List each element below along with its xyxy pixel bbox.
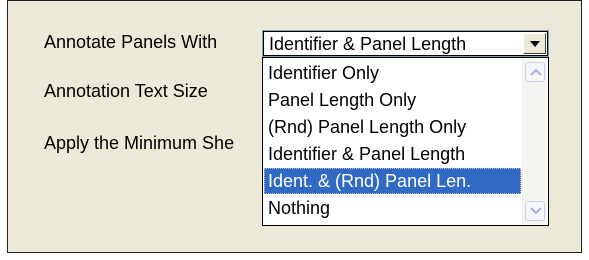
- dropdown-option-highlighted[interactable]: Ident. & (Rnd) Panel Len.: [264, 168, 521, 194]
- dropdown-button[interactable]: [523, 33, 546, 54]
- dropdown-option[interactable]: Nothing: [264, 195, 521, 221]
- scroll-up-button[interactable]: [525, 62, 545, 82]
- chevron-down-icon: [530, 207, 542, 215]
- select-current-value: Identifier & Panel Length: [269, 34, 467, 54]
- chevron-down-icon: [530, 41, 540, 47]
- dropdown-list[interactable]: Identifier Only Panel Length Only (Rnd) …: [262, 57, 549, 226]
- annotation-text-size-label: Annotation Text Size: [44, 81, 208, 101]
- chevron-up-icon: [530, 68, 542, 76]
- dropdown-option[interactable]: Identifier Only: [264, 60, 521, 86]
- dropdown-scrollbar[interactable]: [522, 59, 547, 224]
- annotate-panels-label: Annotate Panels With: [44, 32, 218, 52]
- scroll-down-button[interactable]: [525, 201, 545, 221]
- dropdown-option[interactable]: Panel Length Only: [264, 87, 521, 113]
- dropdown-option[interactable]: (Rnd) Panel Length Only: [264, 114, 521, 140]
- apply-minimum-label: Apply the Minimum She: [44, 133, 235, 153]
- dropdown-option[interactable]: Identifier & Panel Length: [264, 141, 521, 167]
- annotate-panels-select[interactable]: Identifier & Panel Length: [262, 30, 549, 57]
